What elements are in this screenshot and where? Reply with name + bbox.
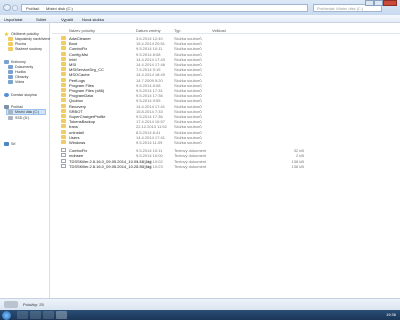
file-row[interactable]: Windows 9.5.2014 11:09 Složka souborů [52, 140, 352, 145]
star-icon [4, 32, 9, 36]
taskbar-app-icon[interactable] [30, 311, 41, 319]
nav-item-network[interactable]: Síť [11, 142, 16, 146]
folder-icon [8, 42, 13, 46]
navigation-pane: Oblíbené položky Naposledy navštívené Pl… [0, 23, 50, 298]
file-type: Složka souborů [174, 140, 202, 145]
folder-icon [61, 114, 66, 118]
start-button[interactable] [2, 311, 11, 320]
column-header-date[interactable]: Datum změny [136, 28, 161, 33]
file-size: 138 kB [291, 163, 304, 169]
taskbar-app-icon[interactable] [17, 311, 28, 319]
library-icon [8, 65, 13, 69]
minimize-button[interactable] [365, 0, 374, 6]
folder-icon [61, 124, 66, 129]
share-button[interactable]: Sdílet [36, 17, 46, 22]
folder-icon [61, 36, 66, 40]
burn-button[interactable]: Vypálit [61, 17, 73, 22]
search-placeholder: Prohledat: Místní disk (C:) [317, 6, 364, 11]
column-header-name[interactable]: Název položky [69, 28, 95, 33]
library-icon [4, 60, 9, 64]
breadcrumb-local-disk[interactable]: Místní disk (C:) [46, 6, 73, 11]
column-header-size[interactable]: Velikost [212, 28, 226, 33]
folder-icon [61, 82, 66, 87]
nav-item-downloads[interactable]: Stažené soubory [15, 47, 42, 51]
address-bar[interactable]: Počítač Místní disk (C:) [21, 4, 308, 12]
library-icon [8, 70, 13, 74]
forward-button[interactable] [12, 5, 18, 11]
new-folder-button[interactable]: Nová složka [82, 17, 104, 22]
organize-button[interactable]: Uspořádat [4, 17, 22, 22]
library-icon [8, 80, 13, 84]
nav-item-local-disk[interactable]: Místní disk (C:) [15, 110, 39, 114]
folder-icon [61, 140, 66, 144]
folder-icon [61, 62, 66, 66]
folder-icon [61, 93, 66, 98]
column-header-type[interactable]: Typ [174, 28, 180, 33]
item-count: Položky: 25 [23, 302, 44, 307]
homegroup-icon [4, 93, 9, 97]
file-name: Windows [69, 140, 86, 145]
text-file-icon [61, 163, 66, 168]
folder-icon [8, 47, 13, 51]
text-file-icon [61, 148, 66, 153]
folder-icon [61, 56, 66, 61]
nav-item-ssd[interactable]: SSD (D:) [15, 116, 29, 120]
drive-icon [8, 116, 13, 120]
folder-icon [61, 134, 66, 139]
nav-item-music[interactable]: Hudba [15, 70, 26, 74]
folder-icon [61, 72, 66, 77]
column-header-row: Název položky Datum změny Typ Velikost [52, 27, 400, 34]
drive-icon [8, 110, 13, 114]
nav-item-libraries[interactable]: Knihovny [11, 60, 26, 64]
nav-item-documents[interactable]: Dokumenty [15, 65, 33, 69]
nav-item-videos[interactable]: Videa [15, 80, 24, 84]
nav-item-favorites[interactable]: Oblíbené položky [11, 32, 39, 36]
folder-icon [61, 77, 66, 82]
folder-icon [61, 129, 66, 134]
close-button[interactable] [383, 0, 397, 6]
folder-icon [61, 108, 66, 113]
nav-item-homegroup[interactable]: Domácí skupina [11, 93, 37, 97]
folder-icon [61, 41, 66, 46]
file-date: 9.5.2014 11:09 [136, 140, 163, 145]
file-date: 9.5.2014 10:23 [136, 163, 163, 169]
folder-icon [61, 88, 66, 92]
folder-icon [61, 67, 66, 72]
details-pane: Položky: 25 [0, 298, 400, 310]
text-file-icon [61, 153, 66, 158]
nav-item-pictures[interactable]: Obrázky [15, 75, 28, 79]
folder-icon [61, 46, 66, 51]
folder-icon [61, 98, 66, 103]
folder-icon [8, 37, 13, 41]
taskbar-explorer-icon[interactable] [56, 311, 67, 319]
file-row[interactable]: TDSSKiller.2.8.16.0_09.05.2014_10.22.30_… [52, 163, 352, 169]
back-button[interactable] [3, 4, 11, 11]
library-icon [8, 75, 13, 79]
nav-item-recent[interactable]: Naposledy navštívené [15, 37, 50, 41]
toolbar: Uspořádat Sdílet Vypálit Nová složka [0, 15, 400, 23]
drive-icon [4, 301, 18, 308]
taskbar-clock: 19:36 [385, 312, 396, 317]
text-file-icon [61, 158, 66, 163]
folder-icon [61, 119, 66, 124]
nav-item-desktop[interactable]: Plocha [15, 42, 26, 46]
breadcrumb-computer[interactable]: Počítač [26, 6, 39, 11]
folder-icon [61, 51, 66, 56]
network-icon [4, 142, 9, 146]
taskbar-app-icon[interactable] [43, 311, 54, 319]
file-type: Textový dokument [174, 163, 207, 169]
maximize-button[interactable] [374, 0, 383, 6]
folder-icon [61, 103, 66, 108]
